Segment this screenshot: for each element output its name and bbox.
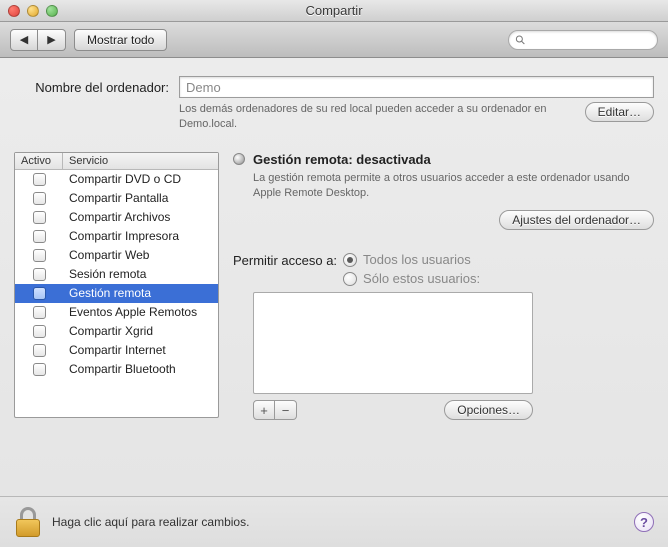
content: Nombre del ordenador: Los demás ordenado… [0,58,668,547]
radio-icon [343,253,357,267]
header-active: Activo [15,153,63,169]
service-row[interactable]: Eventos Apple Remotos [15,303,218,322]
service-label: Compartir Bluetooth [63,362,218,376]
zoom-window-button[interactable] [46,5,58,17]
plus-icon: + [260,403,268,418]
radio-all-users[interactable]: Todos los usuarios [343,252,480,267]
remove-user-button[interactable]: − [275,400,297,420]
titlebar: Compartir [0,0,668,22]
service-row[interactable]: Compartir Web [15,246,218,265]
status-indicator-icon [233,153,245,165]
service-label: Compartir Internet [63,343,218,357]
forward-icon: ▶ [47,33,55,46]
service-label: Eventos Apple Remotos [63,305,218,319]
service-checkbox[interactable] [33,344,46,357]
service-row[interactable]: Compartir Impresora [15,227,218,246]
nav-segmented: ◀ ▶ [10,29,66,51]
forward-button[interactable]: ▶ [38,29,66,51]
service-label: Compartir DVD o CD [63,172,218,186]
service-label: Compartir Xgrid [63,324,218,338]
radio-all-label: Todos los usuarios [363,252,471,267]
status-description: La gestión remota permite a otros usuari… [253,171,654,201]
computer-name-row: Nombre del ordenador: Los demás ordenado… [0,58,668,138]
service-label: Compartir Impresora [63,229,218,243]
header-service: Servicio [63,153,218,169]
service-row[interactable]: Compartir Bluetooth [15,360,218,379]
service-row[interactable]: Compartir Pantalla [15,189,218,208]
show-all-button[interactable]: Mostrar todo [74,29,167,51]
service-checkbox[interactable] [33,249,46,262]
lock-bar: Haga clic aquí para realizar cambios. ? [0,496,668,547]
window-title: Compartir [0,3,668,18]
service-checkbox[interactable] [33,268,46,281]
allow-access-label: Permitir acceso a: [233,252,337,268]
service-row[interactable]: Compartir Xgrid [15,322,218,341]
service-label: Gestión remota [63,286,218,300]
status-title: Gestión remota: desactivada [253,152,431,167]
service-label: Compartir Archivos [63,210,218,224]
service-row[interactable]: Compartir Internet [15,341,218,360]
service-row[interactable]: Sesión remota [15,265,218,284]
service-label: Compartir Web [63,248,218,262]
detail-pane: Gestión remota: desactivada La gestión r… [233,152,654,421]
radio-icon [343,272,357,286]
service-checkbox[interactable] [33,363,46,376]
computer-name-label: Nombre del ordenador: [14,76,169,95]
allowed-users-list[interactable] [253,292,533,394]
service-row[interactable]: Gestión remota [15,284,218,303]
service-row[interactable]: Compartir Archivos [15,208,218,227]
service-label: Compartir Pantalla [63,191,218,205]
service-checkbox[interactable] [33,230,46,243]
traffic-lights [8,5,58,17]
options-button[interactable]: Opciones… [444,400,533,420]
lock-icon[interactable] [14,507,42,537]
minimize-window-button[interactable] [27,5,39,17]
computer-name-hint: Los demás ordenadores de su red local pu… [179,102,579,132]
services-table: Activo Servicio Compartir DVD o CD Compar… [14,152,219,418]
add-user-button[interactable]: + [253,400,275,420]
search-field-wrap[interactable] [508,30,658,50]
close-window-button[interactable] [8,5,20,17]
search-icon [515,34,526,46]
help-button[interactable]: ? [634,512,654,532]
toolbar: ◀ ▶ Mostrar todo [0,22,668,58]
service-checkbox[interactable] [33,192,46,205]
radio-only-label: Sólo estos usuarios: [363,271,480,286]
back-icon: ◀ [20,33,28,46]
service-checkbox[interactable] [33,287,46,300]
radio-only-users[interactable]: Sólo estos usuarios: [343,271,480,286]
service-checkbox[interactable] [33,173,46,186]
help-icon: ? [640,515,648,530]
computer-settings-button[interactable]: Ajustes del ordenador… [499,210,654,230]
search-input[interactable] [530,34,651,46]
service-checkbox[interactable] [33,325,46,338]
service-label: Sesión remota [63,267,218,281]
service-row[interactable]: Compartir DVD o CD [15,170,218,189]
edit-name-button[interactable]: Editar… [585,102,654,122]
services-header: Activo Servicio [15,153,218,170]
back-button[interactable]: ◀ [10,29,38,51]
service-checkbox[interactable] [33,306,46,319]
lock-text[interactable]: Haga clic aquí para realizar cambios. [52,515,624,529]
service-checkbox[interactable] [33,211,46,224]
minus-icon: − [282,403,290,418]
computer-name-input[interactable] [179,76,654,98]
